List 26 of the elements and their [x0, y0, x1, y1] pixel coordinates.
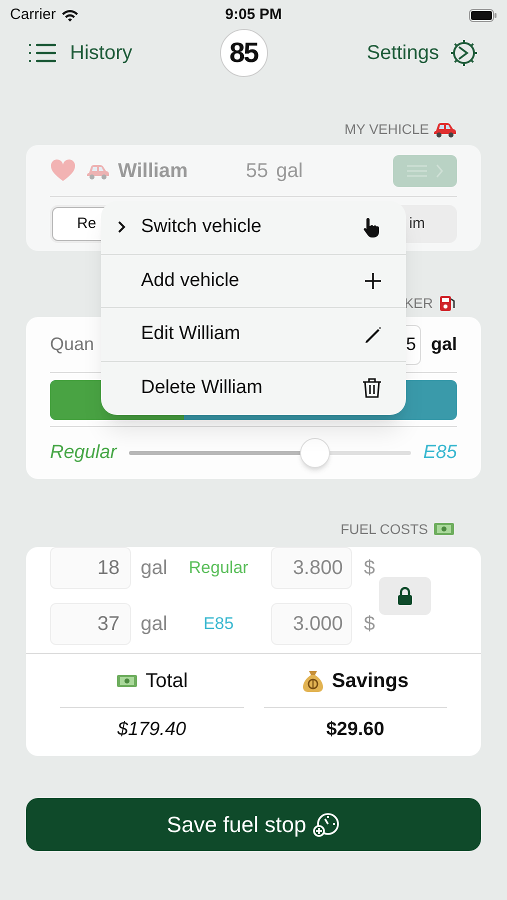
- vehicle-name: William: [118, 158, 188, 184]
- total-value: $179.40: [117, 718, 186, 742]
- carrier-label: Carrier: [10, 4, 56, 25]
- total-label: Total: [146, 668, 188, 694]
- quantity-label: Quan: [50, 333, 94, 356]
- app-logo: 85: [220, 29, 268, 77]
- tank-capacity: 55: [246, 158, 268, 184]
- fuel-type-label: Regular: [188, 557, 250, 580]
- menu-item-label: Delete William: [141, 376, 262, 400]
- menu-item-label: Edit William: [141, 322, 240, 346]
- e85-label: E85: [423, 440, 457, 465]
- unit-label: gal: [430, 333, 457, 356]
- unit-label: gal: [140, 612, 168, 637]
- menu-item-label: Add vehicle: [141, 268, 240, 292]
- savings-label: Savings: [332, 668, 409, 694]
- unit-label: gal: [276, 158, 303, 184]
- currency-label: $: [364, 556, 375, 581]
- section-header: MY VEHICLE: [344, 120, 429, 138]
- menu-item-label: Switch vehicle: [141, 215, 262, 239]
- section-header: FUEL COSTS: [340, 520, 428, 538]
- currency-label: $: [364, 612, 375, 637]
- regular-label: Regular: [50, 440, 117, 465]
- status-time: 9:05 PM: [225, 4, 282, 25]
- fuel-type-label: E85: [202, 613, 235, 636]
- savings-value: $29.60: [326, 718, 384, 742]
- unit-label: gal: [140, 556, 168, 581]
